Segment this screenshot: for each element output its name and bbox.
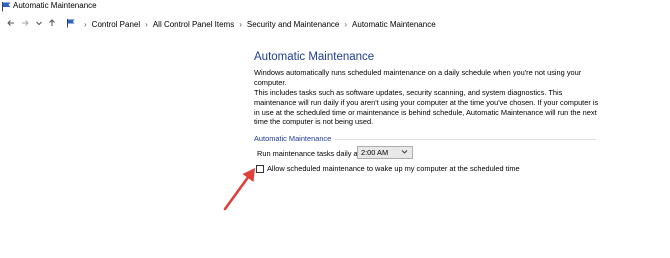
section-divider: [335, 139, 596, 140]
chevron-right-icon: ›: [84, 19, 87, 29]
control-panel-flag-icon: [67, 19, 75, 28]
chevron-down-icon: [401, 148, 408, 157]
arrow-left-icon[interactable]: [5, 17, 17, 29]
run-time-label: Run maintenance tasks daily at: [257, 149, 360, 158]
chevron-down-icon[interactable]: [33, 17, 45, 29]
address-bar: › Control Panel › All Control Panel Item…: [0, 14, 670, 34]
main-content: Automatic Maintenance Windows automatica…: [0, 34, 670, 258]
breadcrumb-automatic-maintenance[interactable]: Automatic Maintenance: [352, 20, 436, 29]
breadcrumb: › Control Panel › All Control Panel Item…: [79, 17, 436, 31]
breadcrumb-security-maintenance[interactable]: Security and Maintenance: [247, 20, 340, 29]
wake-checkbox-label[interactable]: Allow scheduled maintenance to wake up m…: [267, 164, 520, 173]
page-title: Automatic Maintenance: [254, 51, 375, 63]
intro-text: Windows automatically runs scheduled mai…: [254, 68, 582, 87]
flag-icon: [2, 2, 11, 12]
window-title: Automatic Maintenance: [13, 1, 97, 10]
details-text: This includes tasks such as software upd…: [254, 88, 599, 127]
chevron-right-icon: ›: [344, 19, 348, 29]
annotation-arrow-icon: [223, 168, 255, 211]
time-dropdown-value: 2:00 AM: [361, 148, 389, 157]
breadcrumb-all-items[interactable]: All Control Panel Items: [153, 20, 234, 29]
chevron-right-icon: ›: [145, 19, 148, 29]
section-label: Automatic Maintenance: [254, 134, 332, 143]
chevron-right-icon: ›: [239, 19, 242, 29]
arrow-up-icon[interactable]: [46, 17, 58, 29]
title-bar: Automatic Maintenance: [0, 0, 670, 14]
time-dropdown[interactable]: 2:00 AM: [357, 146, 413, 159]
arrow-right-icon[interactable]: [19, 17, 31, 29]
breadcrumb-control-panel[interactable]: Control Panel: [92, 20, 140, 29]
wake-option-row: Allow scheduled maintenance to wake up m…: [256, 164, 520, 173]
